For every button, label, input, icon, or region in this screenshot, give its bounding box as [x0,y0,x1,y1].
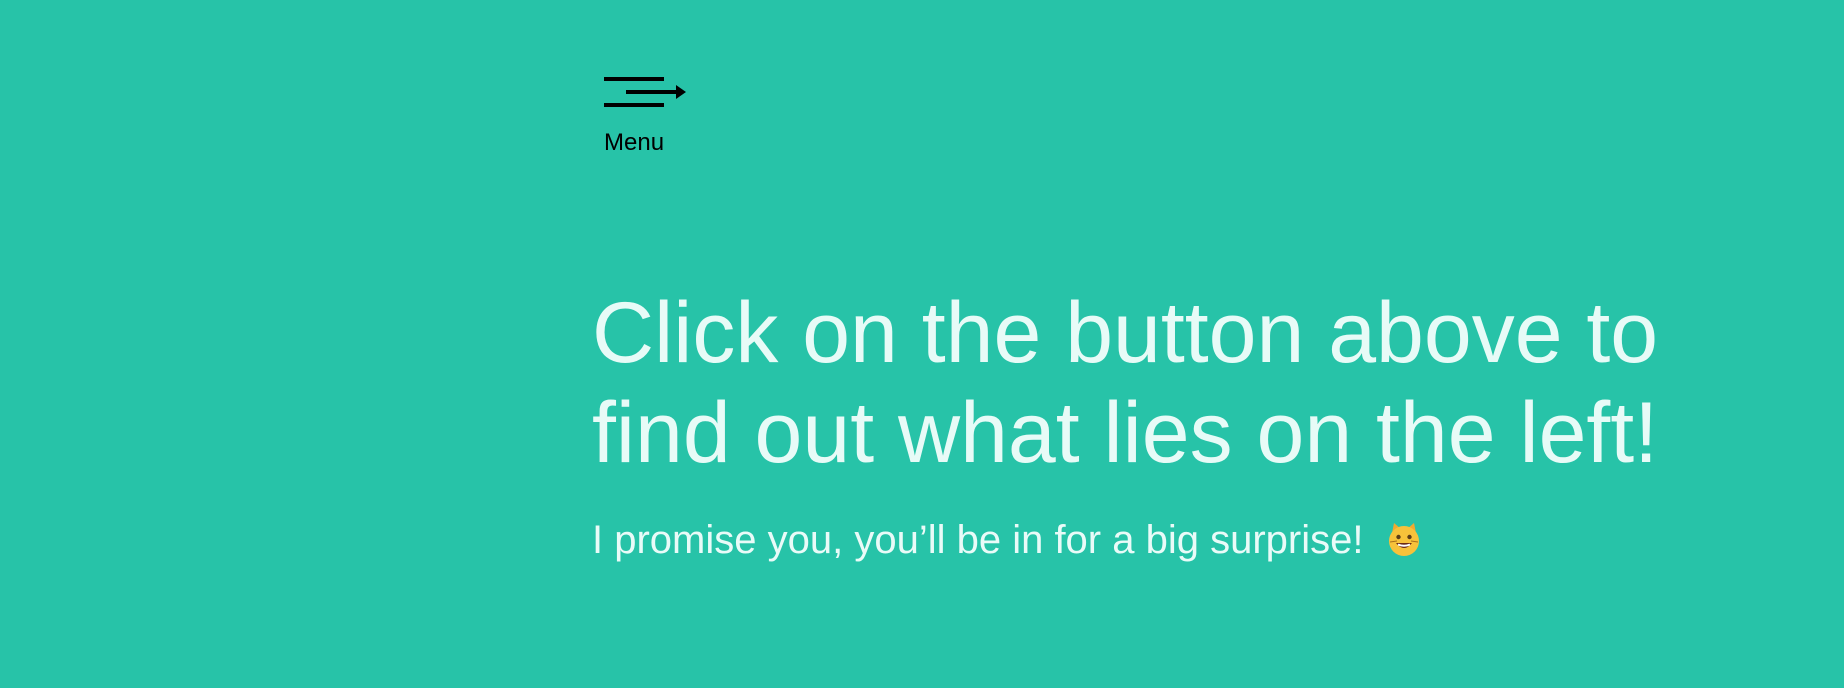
hero-subtitle: I promise you, you’ll be in for a big su… [592,516,1792,564]
grinning-cat-icon [1388,523,1419,556]
hero: Click on the button above to find out wh… [592,283,1792,564]
hero-title: Click on the button above to find out wh… [592,285,1659,481]
hero-subtitle-text: I promise you, you’ll be in for a big su… [592,518,1364,562]
menu-arrow-icon [604,77,686,107]
menu-button[interactable]: Menu [604,72,694,162]
menu-label: Menu [604,129,665,156]
